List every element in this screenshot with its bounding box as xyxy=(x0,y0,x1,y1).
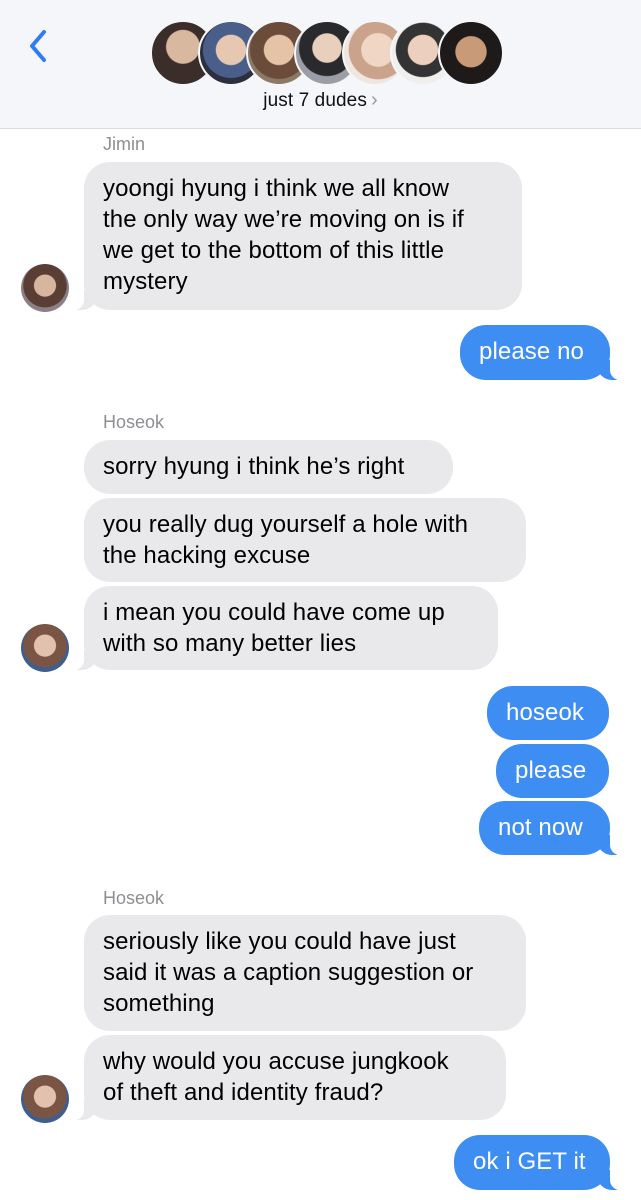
sender-name: Hoseok xyxy=(103,888,165,908)
incoming-message[interactable]: i mean you could have come up with so ma… xyxy=(74,586,498,670)
outgoing-message[interactable]: please xyxy=(496,744,609,798)
group-avatars[interactable] xyxy=(150,20,504,86)
chevron-right-icon: › xyxy=(370,89,378,111)
contact-avatar[interactable] xyxy=(21,1075,69,1123)
incoming-message[interactable]: yoongi hyung i think we all know the onl… xyxy=(74,162,522,310)
group-name-label: just 7 dudes xyxy=(263,90,367,111)
incoming-message[interactable]: you really dug yourself a hole with the … xyxy=(84,498,526,582)
sender-name: Hoseok xyxy=(103,412,165,432)
group-name[interactable]: just 7 dudes › xyxy=(0,89,641,112)
contact-avatar[interactable] xyxy=(21,264,69,312)
sender-name: Jimin xyxy=(103,134,146,154)
member-avatar xyxy=(438,20,504,86)
back-button[interactable] xyxy=(20,26,56,66)
outgoing-message[interactable]: not now xyxy=(479,801,620,855)
conversation-header: just 7 dudes › xyxy=(0,0,641,129)
incoming-message[interactable]: why would you accuse jungkook of theft a… xyxy=(74,1035,506,1120)
contact-avatar[interactable] xyxy=(21,624,69,672)
outgoing-message[interactable]: hoseok xyxy=(487,686,609,740)
outgoing-message[interactable]: please no xyxy=(460,325,620,380)
outgoing-message[interactable]: ok i GET it xyxy=(454,1135,620,1190)
incoming-message[interactable]: sorry hyung i think he’s right xyxy=(84,440,453,494)
chevron-left-icon xyxy=(30,30,46,62)
incoming-message[interactable]: seriously like you could have just said … xyxy=(84,915,526,1031)
